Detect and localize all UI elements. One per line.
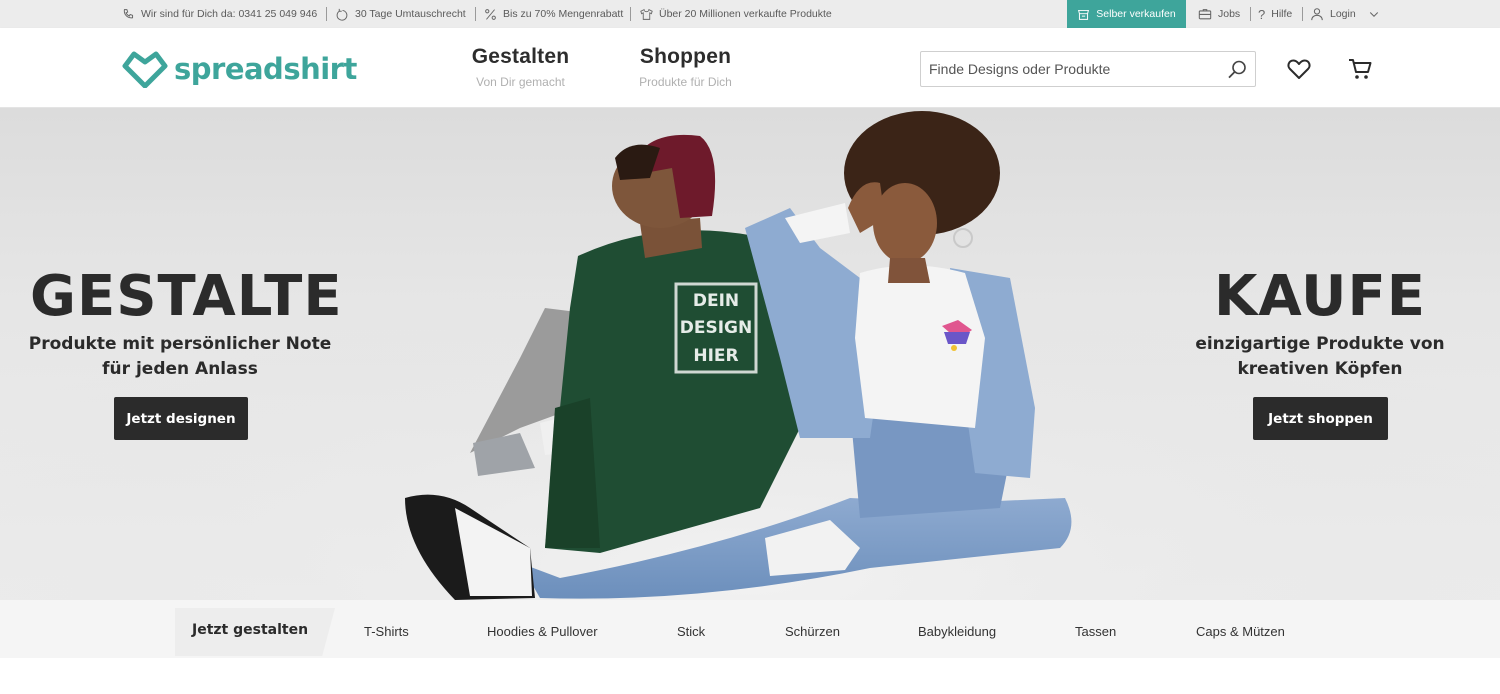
usp-phone-text: Wir sind für Dich da: 0341 25 049 946 — [141, 8, 318, 20]
phone-icon — [123, 8, 134, 18]
nav-gestalten-subtitle: Von Dir gemacht — [476, 75, 565, 89]
nav-gestalten-title: Gestalten — [471, 45, 570, 68]
print-line-3: HIER — [693, 346, 738, 366]
cart-icon[interactable] — [1347, 56, 1373, 82]
divider — [326, 7, 327, 21]
hero-banner: DEIN DESIGN HIER GESTALTE Produkte mit p… — [0, 108, 1500, 600]
top-utility-bar: Wir sind für Dich da: 0341 25 049 946 30… — [0, 0, 1500, 28]
question-icon: ? — [1258, 6, 1266, 22]
jobs-icon — [1198, 9, 1212, 20]
category-tshirts[interactable]: T-Shirts — [364, 624, 409, 639]
usp-sold-text: Über 20 Millionen verkaufte Produkte — [659, 8, 832, 20]
category-stick[interactable]: Stick — [677, 624, 705, 639]
sell-yourself-label: Selber verkaufen — [1096, 8, 1176, 20]
wishlist-heart-icon[interactable] — [1286, 56, 1312, 82]
chevron-down-icon — [1369, 12, 1378, 17]
nav-gestalten[interactable]: Gestalten Von Dir gemacht — [468, 45, 573, 89]
hero-left-line-1: Produkte mit persönlicher Note — [28, 334, 332, 354]
usp-discount: Bis zu 70% Mengenrabatt — [484, 0, 623, 28]
user-icon — [1311, 8, 1323, 21]
category-lead-label: Jetzt gestalten — [192, 622, 309, 638]
logo-wordmark: spreadshirt — [174, 52, 357, 86]
category-bar: Jetzt gestalten T-Shirts Hoodies & Pullo… — [0, 600, 1500, 658]
design-now-button[interactable]: Jetzt designen — [114, 397, 248, 440]
login-label: Login — [1330, 8, 1356, 20]
hero-right-heading: KAUFE — [1214, 264, 1426, 329]
divider — [630, 7, 631, 21]
category-hoodies[interactable]: Hoodies & Pullover — [487, 624, 598, 639]
hero-left-heading: GESTALTE — [30, 264, 343, 329]
main-header: spreadshirt Gestalten Von Dir gemacht Sh… — [0, 28, 1500, 108]
spreadshirt-logo[interactable]: spreadshirt — [122, 50, 357, 88]
category-caps[interactable]: Caps & Mützen — [1196, 624, 1285, 639]
usp-sold: Über 20 Millionen verkaufte Produkte — [640, 0, 832, 28]
search-box — [920, 51, 1256, 87]
usp-phone: Wir sind für Dich da: 0341 25 049 946 — [122, 0, 317, 28]
usp-return-text: 30 Tage Umtauschrecht — [355, 8, 466, 20]
jobs-label: Jobs — [1218, 8, 1241, 20]
sell-yourself-button[interactable]: Selber verkaufen — [1067, 0, 1186, 28]
shirt-icon — [640, 8, 653, 20]
usp-return: 30 Tage Umtauschrecht — [336, 0, 466, 28]
percent-icon — [485, 8, 496, 20]
print-line-2: DESIGN — [680, 318, 752, 338]
hero-left-line-2: für jeden Anlass — [102, 359, 258, 379]
hero-left-text: Produkte mit persönlicher Note für jeden… — [20, 332, 340, 382]
shop-icon — [1078, 9, 1090, 20]
divider — [475, 7, 476, 21]
print-line-1: DEIN — [693, 291, 739, 311]
search-input[interactable] — [921, 52, 1211, 86]
heart-logo-icon — [122, 51, 168, 88]
category-mugs[interactable]: Tassen — [1075, 624, 1116, 639]
hero-right-text: einzigartige Produkte von kreativen Köpf… — [1170, 332, 1470, 382]
nav-shoppen[interactable]: Shoppen Produkte für Dich — [634, 45, 737, 89]
login-link[interactable]: Login — [1310, 0, 1380, 28]
help-link[interactable]: ? Hilfe — [1258, 0, 1292, 28]
search-icon[interactable] — [1225, 58, 1249, 82]
jobs-link[interactable]: Jobs — [1198, 0, 1240, 28]
shop-now-button[interactable]: Jetzt shoppen — [1253, 397, 1388, 440]
category-aprons[interactable]: Schürzen — [785, 624, 840, 639]
category-lead-tab[interactable]: Jetzt gestalten — [175, 608, 335, 656]
help-label: Hilfe — [1271, 8, 1293, 20]
usp-discount-text: Bis zu 70% Mengenrabatt — [503, 8, 624, 20]
return-icon — [336, 8, 348, 21]
nav-shoppen-subtitle: Produkte für Dich — [639, 75, 732, 89]
divider — [1250, 7, 1251, 21]
hero-right-line-1: einzigartige Produkte von — [1195, 334, 1445, 354]
divider — [1302, 7, 1303, 21]
nav-shoppen-title: Shoppen — [639, 45, 732, 68]
category-baby[interactable]: Babykleidung — [918, 624, 996, 639]
hero-right-line-2: kreativen Köpfen — [1237, 359, 1403, 379]
